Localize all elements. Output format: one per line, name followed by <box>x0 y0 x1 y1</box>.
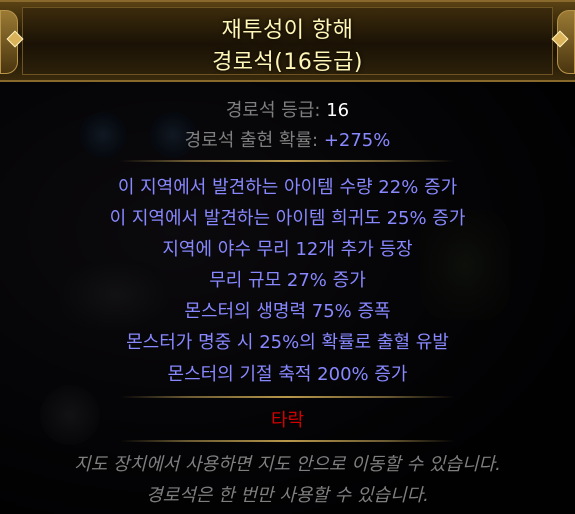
mod-line: 몬스터가 명중 시 25%의 확률로 출혈 유발 <box>126 332 449 353</box>
property-tier: 경로석 등급: 16 <box>0 96 575 122</box>
mod-line: 무리 규모 27% 증가 <box>209 270 366 291</box>
corrupted-label: 타락 <box>270 410 305 431</box>
separator <box>120 440 455 442</box>
mod-line: 이 지역에서 발견하는 아이템 수량 22% 증가 <box>117 177 458 198</box>
tooltip-header: 재투성이 항해 경로석(16등급) <box>0 0 575 82</box>
separator <box>120 396 455 398</box>
property-label: 경로석 출현 확률: <box>184 130 319 151</box>
mod-line: 몬스터의 기절 축적 200% 증가 <box>167 364 408 385</box>
item-base-type: 경로석(16등급) <box>212 50 363 75</box>
mod-line: 이 지역에서 발견하는 아이템 희귀도 25% 증가 <box>109 208 466 229</box>
property-label: 경로석 등급: <box>225 100 321 121</box>
separator <box>120 160 455 162</box>
mod-line: 몬스터의 생명력 75% 증폭 <box>184 301 391 322</box>
flavour-text-line: 경로석은 한 번만 사용할 수 있습니다. <box>146 485 429 506</box>
flavour-text-line: 지도 장치에서 사용하면 지도 안으로 이동할 수 있습니다. <box>74 454 501 475</box>
property-value: 16 <box>326 100 350 121</box>
property-waystone-drop-chance: 경로석 출현 확률: +275% <box>0 126 575 152</box>
property-value: +275% <box>323 130 391 151</box>
mod-line: 지역에 야수 무리 12개 추가 등장 <box>162 239 413 260</box>
item-name: 재투성이 항해 <box>221 18 354 43</box>
item-tooltip: 재투성이 항해 경로석(16등급) 경로석 등급: 16 경로석 출현 확률: … <box>0 0 575 514</box>
